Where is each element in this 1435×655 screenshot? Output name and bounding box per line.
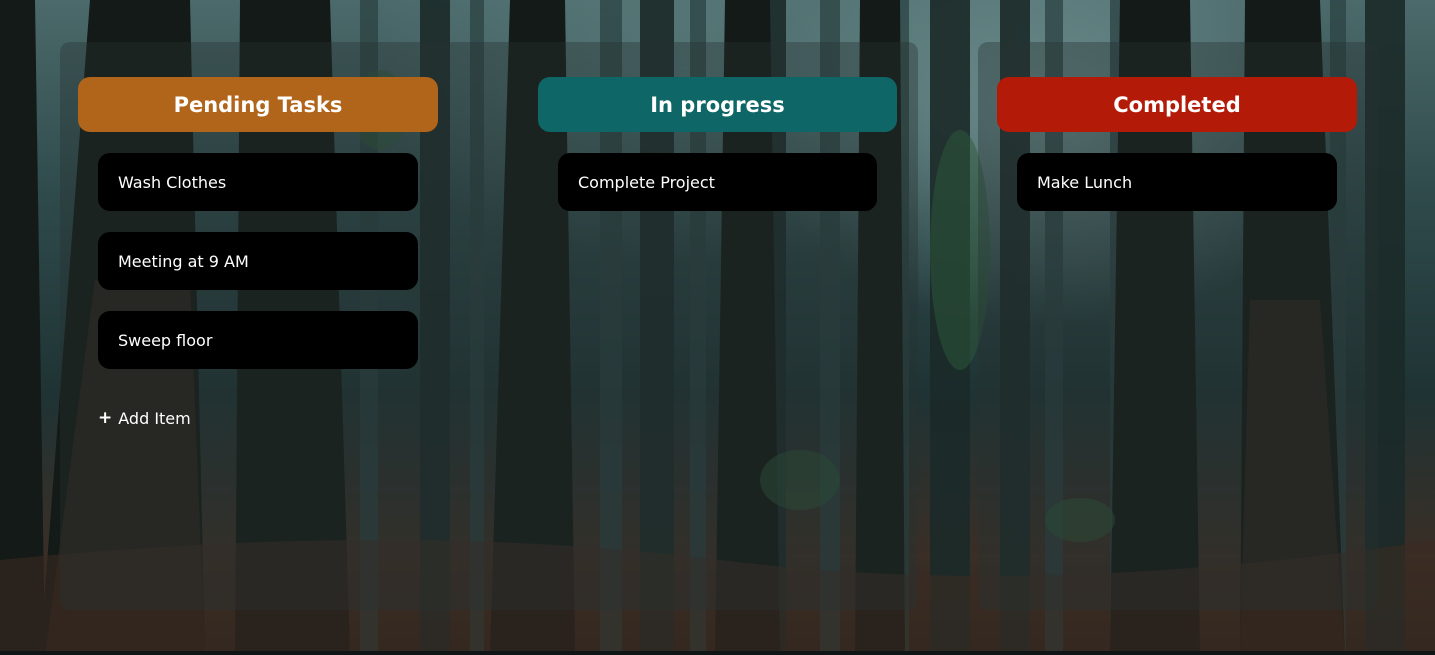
task-card[interactable]: Complete Project xyxy=(558,153,877,211)
bottom-divider xyxy=(0,651,1435,655)
task-label: Meeting at 9 AM xyxy=(118,251,249,271)
task-card[interactable]: Meeting at 9 AM xyxy=(98,232,418,290)
task-label: Complete Project xyxy=(578,172,715,192)
task-card[interactable]: Make Lunch xyxy=(1017,153,1337,211)
column-header-pending: Pending Tasks xyxy=(78,77,438,132)
column-title-in-progress: In progress xyxy=(650,92,785,117)
task-card[interactable]: Wash Clothes xyxy=(98,153,418,211)
task-label: Wash Clothes xyxy=(118,172,227,192)
task-label: Sweep floor xyxy=(118,330,213,350)
column-title-pending: Pending Tasks xyxy=(173,92,343,117)
add-item-label: Add Item xyxy=(118,408,191,428)
column-header-completed: Completed xyxy=(997,77,1357,132)
task-card[interactable]: Sweep floor xyxy=(98,311,418,369)
task-label: Make Lunch xyxy=(1037,172,1133,192)
column-header-in-progress: In progress xyxy=(538,77,897,132)
plus-icon: + xyxy=(98,408,113,428)
column-title-completed: Completed xyxy=(1113,92,1241,117)
kanban-page: Pending Tasks Wash Clothes Meeting at 9 … xyxy=(0,0,1435,655)
add-item-button[interactable]: + Add Item xyxy=(98,408,191,428)
